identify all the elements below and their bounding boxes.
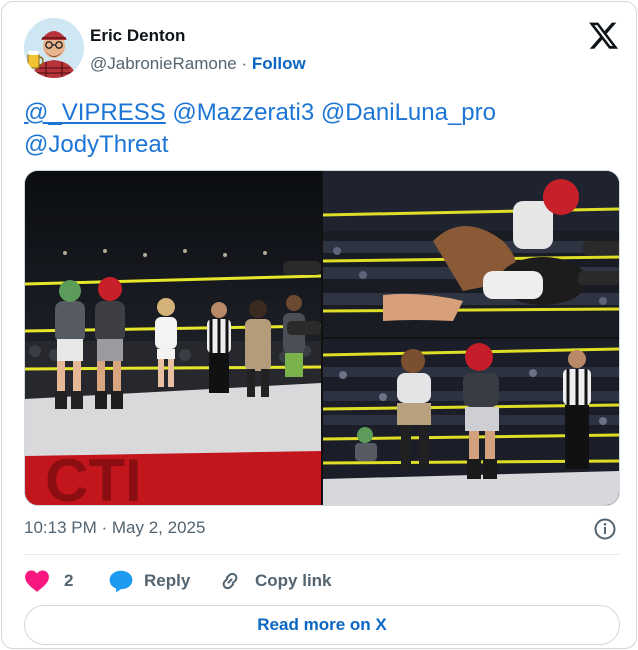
author-handle-row: @JabronieRamone · Follow	[90, 54, 306, 74]
mention-link[interactable]: @DaniLuna_pro	[321, 99, 496, 126]
follow-button[interactable]: Follow	[252, 54, 306, 73]
like-count: 2	[64, 571, 74, 590]
tweet-actions: 2 Reply Copy link	[24, 564, 620, 598]
reply-bubble-icon	[108, 569, 134, 593]
media-grid: CTI	[24, 170, 620, 506]
photo-wrestlers-ring-lineup[interactable]: CTI	[25, 171, 321, 505]
author-handle[interactable]: @JabronieRamone	[90, 54, 237, 73]
copy-link-button[interactable]: Copy link	[218, 564, 332, 598]
tweet-timestamp[interactable]: 10:13 PM · May 2, 2025	[24, 518, 205, 538]
mention-link[interactable]: @Mazzerati3	[172, 99, 314, 126]
link-icon	[218, 569, 242, 593]
reply-label: Reply	[144, 571, 191, 590]
heart-icon	[24, 569, 50, 593]
info-icon[interactable]	[593, 517, 617, 541]
photo-wrestling-action-bottom[interactable]	[323, 339, 619, 505]
x-logo-icon[interactable]	[588, 22, 620, 50]
read-more-button[interactable]: Read more on X	[24, 605, 620, 645]
copy-link-label: Copy link	[255, 571, 332, 590]
separator-dot: ·	[241, 54, 248, 73]
avatar[interactable]	[24, 18, 84, 78]
mention-link[interactable]: @JodyThreat	[24, 131, 168, 158]
like-button[interactable]: 2	[24, 564, 73, 598]
tweet-embed-card: Eric Denton @JabronieRamone · Follow @_V…	[1, 1, 637, 649]
photo-wrestling-action-top[interactable]	[323, 171, 619, 337]
author-name[interactable]: Eric Denton	[90, 26, 185, 46]
tweet-text: @_VIPRESS @Mazzerati3 @DaniLuna_pro @Jod…	[24, 97, 620, 161]
svg-text:CTI: CTI	[45, 447, 142, 505]
divider	[24, 554, 620, 555]
mention-link[interactable]: @_VIPRESS	[24, 99, 166, 126]
reply-button[interactable]: Reply	[108, 564, 190, 598]
